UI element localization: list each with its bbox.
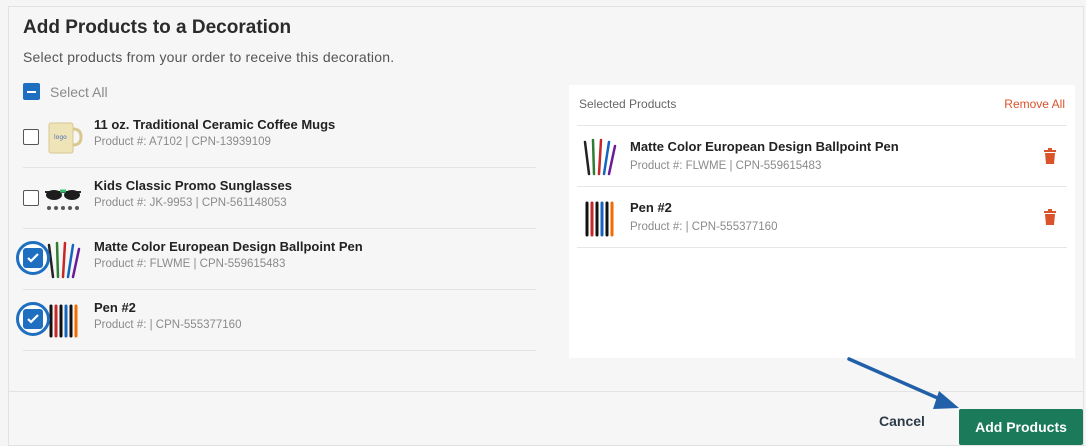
list-item[interactable]: Pen #2 Product #: | CPN-555377160 <box>16 290 536 351</box>
selected-products-heading: Selected Products <box>579 97 677 111</box>
product-name: Kids Classic Promo Sunglasses <box>94 178 292 193</box>
selected-product-name: Pen #2 <box>630 200 672 215</box>
list-divider <box>577 247 1067 248</box>
pens-thumbnail <box>585 201 614 237</box>
product-number: Product #: A7102 | CPN-13939109 <box>94 136 271 148</box>
selected-list-item: Pen #2 Product #: | CPN-555377160 <box>577 186 1067 247</box>
selected-product-name: Matte Color European Design Ballpoint Pe… <box>630 139 899 154</box>
trash-icon[interactable] <box>1043 148 1057 164</box>
selected-list-item: Matte Color European Design Ballpoint Pe… <box>577 125 1067 186</box>
sunglasses-thumbnail <box>45 189 81 210</box>
selected-products-panel: Selected Products Remove All Matte Color… <box>569 85 1075 358</box>
add-products-button[interactable]: Add Products <box>959 409 1083 445</box>
select-all-indeterminate-checkbox[interactable] <box>23 83 40 100</box>
product-number: Product #: | CPN-555377160 <box>94 319 242 331</box>
trash-icon[interactable] <box>1043 209 1057 225</box>
product-checkbox-checked[interactable] <box>16 302 50 336</box>
list-item[interactable]: Matte Color European Design Ballpoint Pe… <box>16 229 536 290</box>
cancel-button[interactable]: Cancel <box>879 413 925 429</box>
check-icon <box>23 309 43 329</box>
product-number: Product #: JK-9953 | CPN-561148053 <box>94 197 287 209</box>
list-item[interactable]: Kids Classic Promo Sunglasses Product #:… <box>23 168 536 229</box>
product-name: 11 oz. Traditional Ceramic Coffee Mugs <box>94 117 336 132</box>
list-item[interactable]: logo 11 oz. Traditional Ceramic Coffee M… <box>23 107 536 168</box>
arrow-annotation <box>847 357 959 409</box>
selected-products-list: Matte Color European Design Ballpoint Pe… <box>577 125 1067 248</box>
mug-thumbnail: logo <box>48 122 83 154</box>
remove-all-link[interactable]: Remove All <box>1004 97 1065 111</box>
select-all-label: Select All <box>50 83 108 100</box>
select-all-toggle[interactable]: Select All <box>23 83 108 100</box>
modal-subtitle: Select products from your order to recei… <box>23 49 395 65</box>
product-list: logo 11 oz. Traditional Ceramic Coffee M… <box>16 107 536 351</box>
modal-title: Add Products to a Decoration <box>23 17 292 38</box>
check-icon <box>23 248 43 268</box>
product-checkbox[interactable] <box>23 190 39 206</box>
product-name: Matte Color European Design Ballpoint Pe… <box>94 239 363 254</box>
product-checkbox-checked[interactable] <box>16 241 50 275</box>
product-name: Pen #2 <box>94 300 136 315</box>
selected-product-number: Product #: | CPN-555377160 <box>630 221 778 233</box>
product-number: Product #: FLWME | CPN-559615483 <box>94 258 286 270</box>
selected-product-number: Product #: FLWME | CPN-559615483 <box>630 160 822 172</box>
add-products-modal: Add Products to a Decoration Select prod… <box>8 6 1084 446</box>
svg-text:logo: logo <box>54 134 67 141</box>
product-checkbox[interactable] <box>23 129 39 145</box>
pens-thumbnail <box>583 138 617 176</box>
